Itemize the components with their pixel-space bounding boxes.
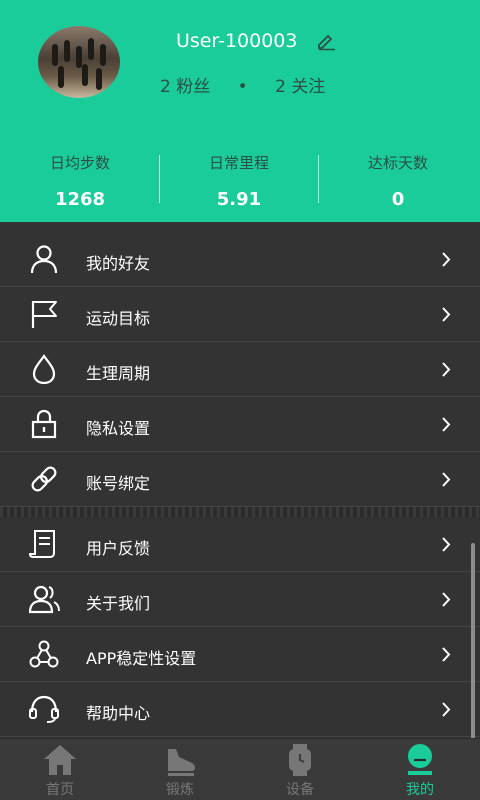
menu-item-account-binding[interactable]: 账号绑定 xyxy=(0,452,480,507)
separator-dot: • xyxy=(237,77,248,97)
tab-label: 锻炼 xyxy=(166,782,194,798)
stat-value: 5.91 xyxy=(216,189,262,210)
follow-count: 2 xyxy=(275,77,286,97)
tab-home[interactable]: 首页 xyxy=(0,739,120,800)
user-icon xyxy=(30,245,58,274)
chevron-right-icon xyxy=(442,417,451,432)
chevron-right-icon xyxy=(442,362,451,377)
menu-label: 隐私设置 xyxy=(86,419,151,438)
bottom-tab-bar: 首页 锻炼 设备 我的 xyxy=(0,738,480,800)
shoe-icon xyxy=(168,749,195,776)
profile-header: User-100003 2 粉丝 • 2 关注 日均步数 1268 日常里程 5… xyxy=(0,0,480,222)
fans-label[interactable]: 粉丝 xyxy=(176,77,210,97)
stat-daily-steps: 日均步数 1268 xyxy=(0,152,160,210)
menu-item-friends[interactable]: 我的好友 xyxy=(0,232,480,287)
menu-item-menstrual-cycle[interactable]: 生理周期 xyxy=(0,342,480,397)
stat-label: 日常里程 xyxy=(208,154,269,172)
menu-item-feedback[interactable]: 用户反馈 xyxy=(0,517,480,572)
chevron-right-icon xyxy=(442,252,451,267)
fans-count: 2 xyxy=(160,77,171,97)
menu-label: 账号绑定 xyxy=(86,474,151,493)
tab-mine[interactable]: 我的 xyxy=(360,739,480,800)
menu-label: 我的好友 xyxy=(86,254,151,273)
tab-label: 设备 xyxy=(286,782,314,798)
watch-icon xyxy=(289,744,311,776)
avatar[interactable] xyxy=(38,26,120,98)
lock-icon xyxy=(31,409,57,439)
menu-label: 用户反馈 xyxy=(86,539,151,558)
chevron-right-icon xyxy=(442,647,451,662)
link-icon xyxy=(31,466,57,492)
flag-icon xyxy=(31,301,57,328)
username: User-100003 xyxy=(176,30,298,52)
network-icon xyxy=(29,640,59,668)
settings-menu: 我的好友 运动目标 生理周期 隐私设置 账号绑定 用户反馈 关于我们 APP稳定… xyxy=(0,232,480,737)
stat-goal-days: 达标天数 0 xyxy=(318,152,478,210)
chevron-right-icon xyxy=(442,307,451,322)
menu-label: APP稳定性设置 xyxy=(86,649,197,668)
chevron-right-icon xyxy=(442,592,451,607)
edit-icon[interactable] xyxy=(316,31,336,51)
menu-item-app-stability[interactable]: APP稳定性设置 xyxy=(0,627,480,682)
menu-label: 运动目标 xyxy=(86,309,151,328)
chevron-right-icon xyxy=(442,472,451,487)
users-icon xyxy=(28,585,60,614)
stat-label: 日均步数 xyxy=(49,154,110,172)
menu-label: 生理周期 xyxy=(86,364,151,383)
headset-icon xyxy=(29,695,59,723)
menu-item-sport-goal[interactable]: 运动目标 xyxy=(0,287,480,342)
stat-value: 0 xyxy=(391,189,405,210)
follow-label[interactable]: 关注 xyxy=(291,77,325,97)
menu-label: 帮助中心 xyxy=(86,704,151,723)
section-divider xyxy=(0,507,480,517)
menu-label: 关于我们 xyxy=(86,594,151,613)
feedback-icon xyxy=(28,530,55,558)
menu-item-about-us[interactable]: 关于我们 xyxy=(0,572,480,627)
tab-exercise[interactable]: 锻炼 xyxy=(120,739,240,800)
drop-icon xyxy=(32,354,56,384)
menu-item-privacy[interactable]: 隐私设置 xyxy=(0,397,480,452)
tab-label: 我的 xyxy=(406,782,434,798)
tab-device[interactable]: 设备 xyxy=(240,739,360,800)
stat-daily-mileage: 日常里程 5.91 xyxy=(159,152,319,210)
chevron-right-icon xyxy=(442,702,451,717)
menu-item-help-center[interactable]: 帮助中心 xyxy=(0,682,480,737)
tab-label: 首页 xyxy=(46,782,74,798)
chevron-right-icon xyxy=(442,537,451,552)
stat-value: 1268 xyxy=(54,189,106,210)
home-icon xyxy=(44,745,76,775)
follow-stats: 2 粉丝 • 2 关注 xyxy=(160,72,325,97)
profile-icon xyxy=(408,744,432,775)
stat-label: 达标天数 xyxy=(367,154,428,172)
scrollbar[interactable] xyxy=(471,543,475,743)
